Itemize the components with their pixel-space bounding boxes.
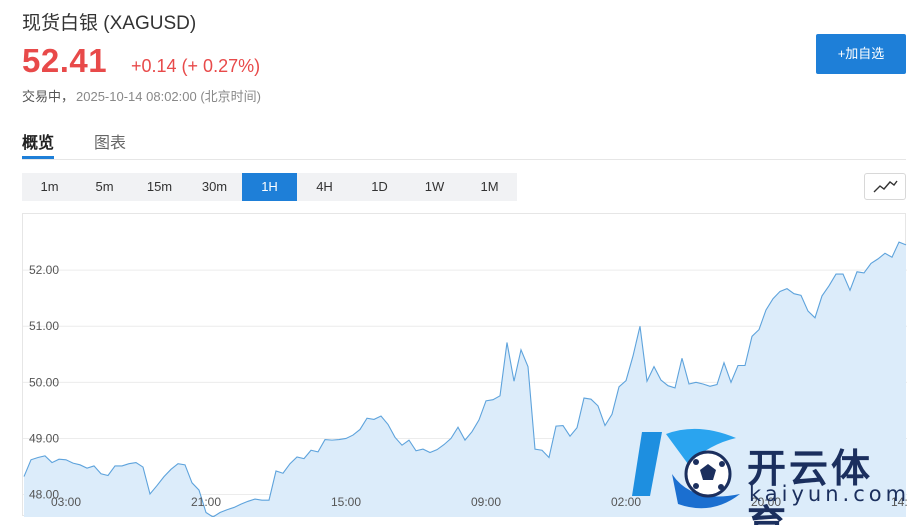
period-1m[interactable]: 1m xyxy=(22,173,77,201)
tab-overview[interactable]: 概览 xyxy=(22,129,54,153)
chart-type-button[interactable] xyxy=(864,173,906,200)
x-tick-label: 20:00 xyxy=(751,495,781,509)
tab-bar: 概览 图表 xyxy=(22,126,906,160)
trading-status: 交易中， 2025-10-14 08:02:00 (北京时间) xyxy=(22,86,261,105)
period-5m[interactable]: 5m xyxy=(77,173,132,201)
period-1d[interactable]: 1D xyxy=(352,173,407,201)
tab-chart[interactable]: 图表 xyxy=(94,129,126,153)
last-price: 52.41 xyxy=(22,42,108,79)
x-tick-label: 15:00 xyxy=(331,495,361,509)
y-tick-label: 49.00 xyxy=(29,431,59,445)
x-tick-label: 14:00 xyxy=(891,495,907,509)
period-4h[interactable]: 4H xyxy=(297,173,352,201)
period-1mo[interactable]: 1M xyxy=(462,173,517,201)
x-tick-label: 02:00 xyxy=(611,495,641,509)
period-1h[interactable]: 1H xyxy=(242,173,297,201)
x-tick-label: 21:00 xyxy=(191,495,221,509)
y-tick-label: 51.00 xyxy=(29,319,59,333)
price-chart[interactable]: 48.00 49.00 50.00 51.00 52.00 03:00 21:00 15:00… xyxy=(22,213,907,517)
price-chart-svg: 48.0049.0050.0051.0052.0003:00 21:00 15:00… xyxy=(23,241,907,517)
y-tick-label: 50.00 xyxy=(29,375,59,389)
add-to-watchlist-button[interactable]: +加自选 xyxy=(816,34,906,74)
x-tick-label: 09:00 xyxy=(471,495,501,509)
active-tab-indicator xyxy=(22,156,54,159)
line-chart-icon xyxy=(873,180,898,193)
status-text: 交易中， xyxy=(22,89,75,104)
x-tick-label: 03:00 xyxy=(51,495,81,509)
price-area xyxy=(24,242,906,517)
period-15m[interactable]: 15m xyxy=(132,173,187,201)
quote-timestamp: 2025-10-14 08:02:00 (北京时间) xyxy=(76,89,261,104)
period-1w[interactable]: 1W xyxy=(407,173,462,201)
period-30m[interactable]: 30m xyxy=(187,173,242,201)
period-selector: 1m 5m 15m 30m 1H 4H 1D 1W 1M xyxy=(22,173,517,201)
instrument-title: 现货白银 (XAGUSD) xyxy=(22,13,197,34)
price-change: +0.14 (+ 0.27%) xyxy=(131,56,261,76)
y-tick-label: 52.00 xyxy=(29,263,59,277)
